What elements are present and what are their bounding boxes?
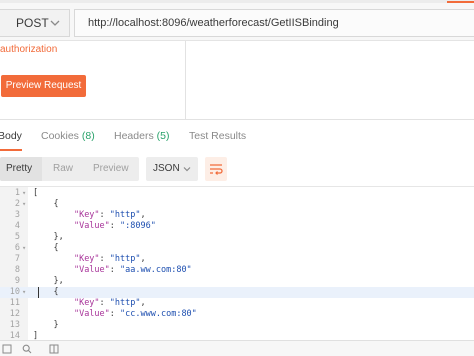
tab-test-results-label: Test Results — [189, 130, 247, 142]
code-line: 5 }, — [0, 232, 474, 243]
active-tab-underline — [0, 149, 22, 151]
tab-test-results[interactable]: Test Results — [189, 130, 246, 142]
line-number: 1 — [14, 188, 20, 198]
format-preview-button[interactable]: Preview — [93, 163, 129, 174]
active-tab-indicator — [447, 1, 474, 9]
line-number: 10 — [9, 287, 20, 297]
language-label: JSON — [153, 163, 180, 174]
status-bar — [0, 340, 474, 356]
authorization-label: authorization — [0, 44, 58, 55]
response-tabs: Body Cookies (8) Headers (5) Test Result… — [0, 120, 474, 152]
url-input[interactable]: http://localhost:8096/weatherforecast/Ge… — [74, 9, 474, 37]
tab-body-label: Body — [0, 130, 22, 142]
console-icon[interactable] — [2, 344, 12, 354]
code-text: [ — [33, 188, 39, 198]
code-line: 4 "Value": ":8096" — [0, 221, 474, 232]
tab-body[interactable]: Body — [0, 130, 22, 142]
json-string-value: "http" — [109, 210, 141, 220]
search-icon[interactable] — [22, 344, 32, 354]
code-text: "Value": "aa.ww.com:80" — [73, 265, 192, 275]
code-line: 2 ▾ { — [0, 199, 474, 210]
wrap-lines-button[interactable] — [205, 157, 227, 181]
code-text: }, — [33, 232, 64, 242]
line-number: 11 — [9, 298, 20, 308]
code-line: 8 "Value": "aa.ww.com:80" — [0, 265, 474, 276]
code-line: 9 }, — [0, 276, 474, 287]
wrap-lines-icon — [210, 164, 223, 175]
preview-request-button[interactable]: Preview Request — [1, 75, 86, 97]
json-key: "Key" — [73, 298, 100, 308]
line-number: 2 — [14, 199, 20, 209]
tab-headers-count: (5) — [156, 130, 170, 142]
json-string-value: ":8096" — [120, 221, 156, 231]
format-pretty-button[interactable]: Pretty — [6, 163, 32, 174]
code-text: } — [33, 320, 59, 330]
code-line: 13 } — [0, 320, 474, 331]
code-line: 12 "Value": "cc.www.com:80" — [0, 309, 474, 320]
fold-toggle-icon[interactable]: ▾ — [22, 243, 28, 254]
code-text: { — [33, 287, 59, 297]
json-key: "Key" — [73, 254, 100, 264]
method-select[interactable]: POST — [0, 9, 70, 37]
text-cursor — [38, 287, 39, 298]
json-string-value: "http" — [109, 298, 141, 308]
json-string-value: "http" — [109, 254, 141, 264]
line-number: 9 — [14, 276, 20, 286]
code-text: "Key": "http", — [73, 298, 146, 308]
code-line: 11 "Key": "http", — [0, 298, 474, 309]
json-string-value: "cc.www.com:80" — [120, 309, 197, 319]
code-line: 7 "Key": "http", — [0, 254, 474, 265]
fold-toggle-icon[interactable]: ▾ — [22, 199, 28, 210]
request-bar: POST http://localhost:8096/weatherforeca… — [0, 0, 474, 41]
tab-cookies[interactable]: Cookies (8) — [41, 130, 95, 142]
code-text: { — [33, 243, 59, 253]
line-number: 3 — [14, 210, 20, 220]
line-number: 13 — [9, 320, 20, 330]
method-label: POST — [16, 16, 49, 30]
tab-cookies-label: Cookies — [41, 130, 79, 142]
tab-headers[interactable]: Headers (5) — [114, 130, 169, 142]
auth-panel: authorization Preview Request — [0, 41, 474, 120]
code-line: 1 ▾ [ — [0, 188, 474, 199]
format-toggle-group: Pretty Raw Preview — [0, 157, 139, 181]
code-text: }, — [33, 276, 64, 286]
tab-headers-label: Headers — [114, 130, 154, 142]
code-line: 6 ▾ { — [0, 243, 474, 254]
line-number: 5 — [14, 232, 20, 242]
code-line: 10 ▾ { — [0, 287, 474, 298]
json-key: "Value" — [73, 309, 110, 319]
code-text: { — [33, 199, 59, 209]
line-number: 7 — [14, 254, 20, 264]
panel-divider — [185, 41, 186, 119]
chevron-down-icon — [50, 20, 60, 26]
fold-toggle-icon[interactable]: ▾ — [22, 188, 28, 199]
json-key: "Key" — [73, 210, 100, 220]
line-number: 8 — [14, 265, 20, 275]
code-text: "Value": "cc.www.com:80" — [73, 309, 197, 319]
response-body-editor[interactable]: 1 ▾[2 ▾ {3 "Key": "http", 4 "Value": ":8096… — [0, 186, 474, 341]
code-text: "Key": "http", — [73, 210, 146, 220]
layout-icon[interactable] — [49, 344, 59, 354]
tab-cookies-count: (8) — [81, 130, 95, 142]
format-raw-button[interactable]: Raw — [53, 163, 73, 174]
code-line: 3 "Key": "http", — [0, 210, 474, 221]
line-number: 4 — [14, 221, 20, 231]
json-string-value: "aa.ww.com:80" — [120, 265, 192, 275]
json-key: "Value" — [73, 265, 110, 275]
code-text: "Value": ":8096" — [73, 221, 156, 231]
line-number: 12 — [9, 309, 20, 319]
url-text: http://localhost:8096/weatherforecast/Ge… — [88, 17, 339, 29]
language-select[interactable]: JSON — [146, 157, 198, 181]
fold-toggle-icon[interactable]: ▾ — [22, 287, 28, 298]
chevron-down-icon — [183, 167, 191, 172]
code-text: "Key": "http", — [73, 254, 146, 264]
line-number: 6 — [14, 243, 20, 253]
json-key: "Value" — [73, 221, 110, 231]
